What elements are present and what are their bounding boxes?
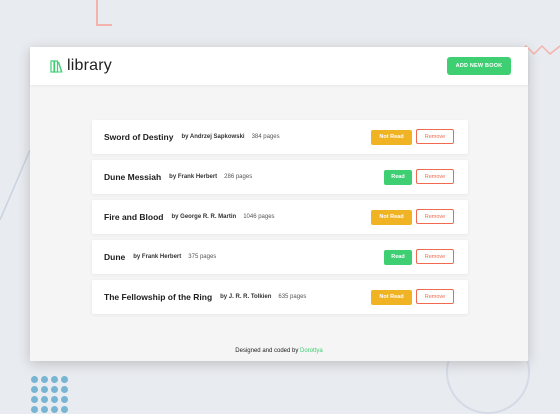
book-author: by J. R. R. Tolkien [220, 294, 272, 300]
book-title: Fire and Blood [104, 212, 164, 222]
add-new-book-button[interactable]: ADD NEW BOOK [447, 57, 511, 75]
logo[interactable]: library [50, 57, 112, 75]
read-status-toggle[interactable]: Read [384, 170, 412, 185]
book-title: Sword of Destiny [104, 132, 174, 142]
background-dots-decoration [31, 376, 68, 413]
book-title: The Fellowship of the Ring [104, 292, 213, 302]
logo-text: library [67, 57, 112, 74]
read-status-toggle[interactable]: Not Read [371, 290, 412, 305]
read-status-toggle[interactable]: Read [384, 250, 412, 265]
book-card: Sword of Destiny by Andrzej Sapkowski 38… [92, 120, 468, 154]
remove-button[interactable]: Remove [416, 209, 454, 224]
remove-button[interactable]: Remove [416, 129, 454, 144]
book-author: by Frank Herbert [133, 254, 182, 260]
library-app-window: library ADD NEW BOOK Sword of Destiny by… [30, 47, 528, 361]
book-card: Dune by Frank Herbert 375 pages Read Rem… [92, 240, 468, 274]
background-line-decoration [0, 150, 30, 220]
read-status-toggle[interactable]: Not Read [371, 210, 412, 225]
book-pages: 635 pages [278, 294, 307, 300]
book-title: Dune Messiah [104, 172, 162, 182]
app-header: library ADD NEW BOOK [30, 47, 528, 85]
book-pages: 384 pages [251, 134, 280, 140]
background-decoration-l [96, 0, 112, 26]
book-card: Dune Messiah by Frank Herbert 286 pages … [92, 160, 468, 194]
footer-author-link[interactable]: Dorottya [300, 348, 323, 354]
read-status-toggle[interactable]: Not Read [371, 130, 412, 145]
book-pages: 1046 pages [243, 214, 275, 220]
books-icon [50, 59, 63, 73]
remove-button[interactable]: Remove [416, 249, 454, 264]
book-card: Fire and Blood by George R. R. Martin 10… [92, 200, 468, 234]
remove-button[interactable]: Remove [416, 289, 454, 304]
book-author: by Andrzej Sapkowski [181, 134, 245, 140]
book-title: Dune [104, 252, 126, 262]
book-author: by George R. R. Martin [171, 214, 237, 220]
book-author: by Frank Herbert [169, 174, 218, 180]
remove-button[interactable]: Remove [416, 169, 454, 184]
book-card: The Fellowship of the Ring by J. R. R. T… [92, 280, 468, 314]
book-list: Sword of Destiny by Andrzej Sapkowski 38… [92, 120, 468, 320]
book-pages: 286 pages [224, 174, 253, 180]
footer: Designed and coded by Dorottya [30, 348, 528, 354]
book-pages: 375 pages [188, 254, 217, 260]
footer-text: Designed and coded by [235, 348, 301, 354]
